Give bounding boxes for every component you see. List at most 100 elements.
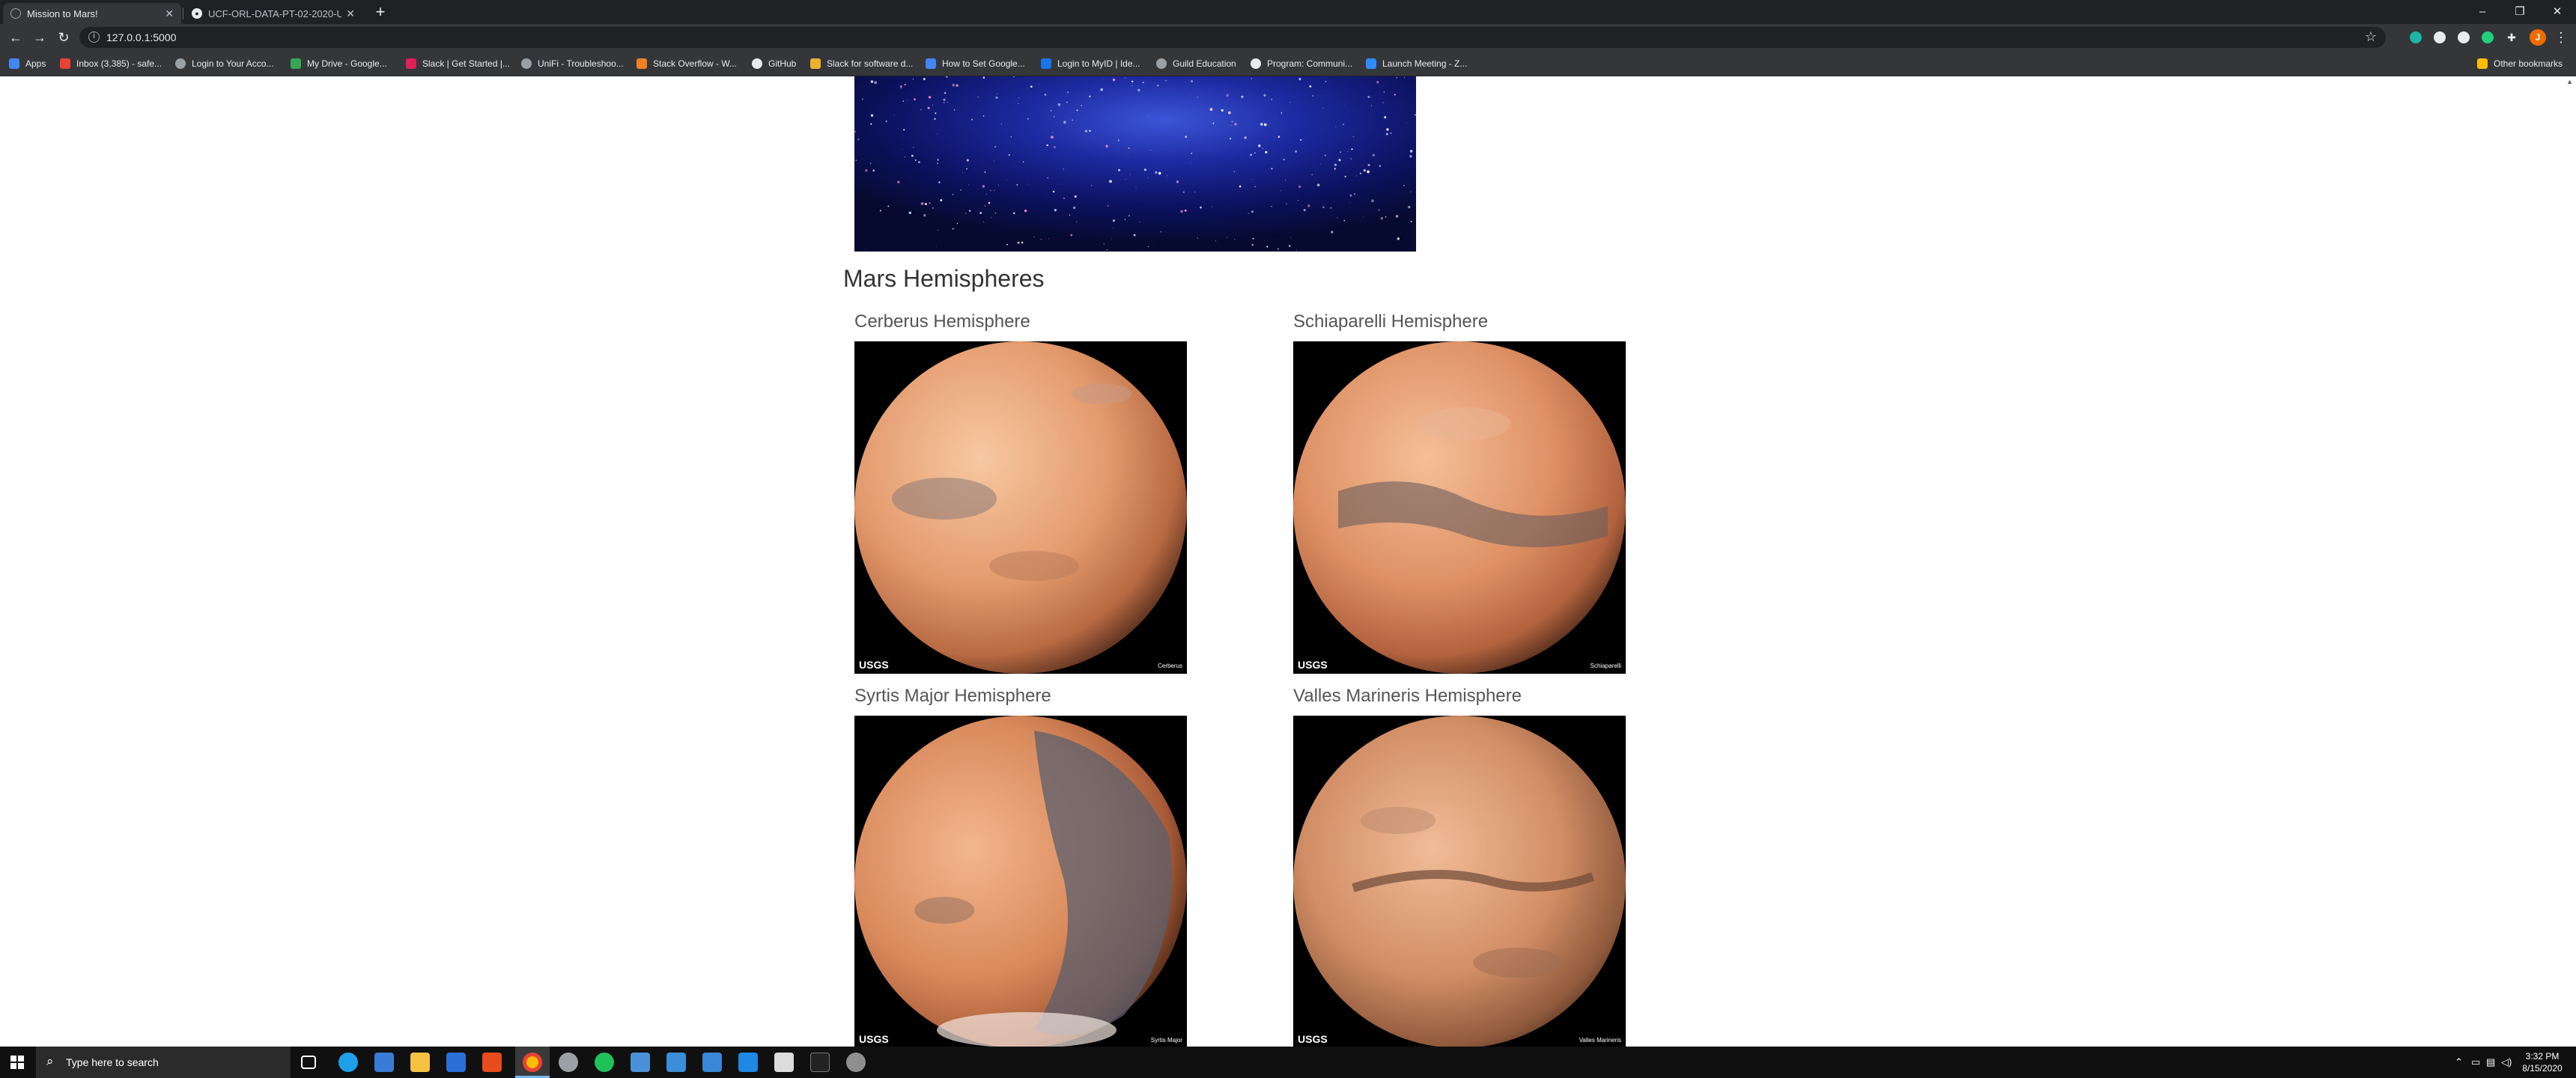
tab-mission-to-mars[interactable]: Mission to Mars! ✕ xyxy=(3,3,181,24)
office-icon[interactable] xyxy=(482,1053,502,1072)
star-dot xyxy=(1008,153,1010,156)
network-icon[interactable]: ▤ xyxy=(2486,1056,2495,1068)
mail-icon[interactable] xyxy=(446,1053,466,1072)
search-icon: ⌕ xyxy=(46,1054,54,1068)
profile-avatar[interactable]: J xyxy=(2530,29,2546,46)
star-dot xyxy=(1298,185,1301,189)
app-icon[interactable] xyxy=(846,1053,866,1072)
taskbar-clock[interactable]: 3:32 PM 8/15/2020 xyxy=(2516,1050,2569,1074)
tray-chevron-icon[interactable]: ⌃ xyxy=(2455,1056,2463,1068)
chrome-icon[interactable] xyxy=(523,1053,542,1072)
star-dot xyxy=(968,184,970,186)
menu-icon[interactable]: ⋮ xyxy=(2554,28,2569,46)
hemisphere-image-syrtis-major[interactable]: USGS Syrtis Major xyxy=(854,716,1187,1047)
site-info-icon[interactable]: i xyxy=(88,31,100,43)
forward-arrow-icon[interactable]: → xyxy=(31,29,48,46)
hemisphere-image-cerberus[interactable]: USGS Cerberus xyxy=(854,341,1187,674)
hemisphere-image-schiaparelli[interactable]: USGS Schiaparelli xyxy=(1293,341,1626,674)
star-dot xyxy=(899,85,903,88)
bookmark-zoom-meeting[interactable]: Launch Meeting - Z... xyxy=(1366,56,1467,71)
hemisphere-title: Schiaparelli Hemisphere xyxy=(1293,311,1489,332)
bookmark-my-drive[interactable]: My Drive - Google... xyxy=(291,56,387,71)
battery-icon[interactable]: ▭ xyxy=(2471,1056,2480,1068)
bookmark-other[interactable]: Other bookmarks xyxy=(2477,56,2563,71)
guild-icon xyxy=(1156,58,1167,69)
star-dot xyxy=(872,169,875,172)
star-dot xyxy=(1320,163,1322,165)
star-dot xyxy=(869,162,872,165)
scroll-up-arrow-icon[interactable]: ▲ xyxy=(2566,78,2573,85)
bookmark-label: Login to Your Acco... xyxy=(192,58,274,69)
folder-icon xyxy=(2477,58,2488,69)
vscode-icon[interactable] xyxy=(738,1053,758,1072)
star-dot xyxy=(1191,153,1193,154)
extension-icon[interactable] xyxy=(2434,31,2446,43)
bookmark-star-icon[interactable]: ☆ xyxy=(2365,29,2377,45)
star-dot xyxy=(1185,135,1188,138)
close-tab-icon[interactable]: ✕ xyxy=(165,7,174,20)
app-icon[interactable] xyxy=(774,1053,794,1072)
star-dot xyxy=(1383,91,1385,93)
star-dot xyxy=(1016,183,1018,186)
back-arrow-icon[interactable]: ← xyxy=(7,29,24,46)
address-bar[interactable]: i 127.0.0.1:5000 ☆ xyxy=(79,27,2386,48)
bookmark-inbox[interactable]: Inbox (3,385) - safe... xyxy=(60,56,162,71)
taskbar-search-box[interactable]: ⌕ Type here to search xyxy=(36,1047,291,1078)
bookmark-google-setup[interactable]: How to Set Google... xyxy=(926,56,1025,71)
app-icon[interactable] xyxy=(631,1053,650,1072)
bookmark-github[interactable]: GitHub xyxy=(752,56,796,71)
browser-toolbar: ← → ↻ i 127.0.0.1:5000 ☆ ✚ J ⋮ xyxy=(0,24,2576,51)
edge-icon[interactable] xyxy=(338,1053,358,1072)
star-dot xyxy=(1241,95,1244,98)
extension-icon[interactable] xyxy=(2458,31,2470,43)
bookmark-apps[interactable]: Apps xyxy=(9,56,46,71)
hemisphere-image-valles-marineris[interactable]: USGS Valles Marineris xyxy=(1293,716,1626,1047)
reload-icon[interactable]: ↻ xyxy=(55,29,72,46)
star-dot xyxy=(1395,215,1399,218)
new-tab-button[interactable]: + xyxy=(371,4,389,22)
star-dot xyxy=(1054,209,1057,212)
bookmark-slack[interactable]: Slack | Get Started |... xyxy=(406,56,510,71)
close-window-button[interactable]: ✕ xyxy=(2539,0,2576,22)
bookmark-guild-education[interactable]: Guild Education xyxy=(1156,56,1236,71)
volume-icon[interactable]: ◁) xyxy=(2501,1056,2512,1068)
star-dot xyxy=(1312,95,1314,97)
star-dot xyxy=(1066,91,1069,94)
extension-icon[interactable] xyxy=(2410,31,2422,43)
maximize-button[interactable]: ❐ xyxy=(2501,0,2539,22)
calculator-icon[interactable] xyxy=(666,1053,686,1072)
star-dot xyxy=(934,118,936,121)
windows-start-icon[interactable] xyxy=(10,1056,24,1069)
star-dot xyxy=(1135,186,1137,188)
file-explorer-icon[interactable] xyxy=(410,1053,430,1072)
chrome-profile-icon[interactable] xyxy=(559,1053,578,1072)
star-dot xyxy=(865,169,868,172)
bookmark-stack-overflow[interactable]: Stack Overflow - W... xyxy=(637,56,737,71)
url-text[interactable]: 127.0.0.1:5000 xyxy=(106,31,176,43)
github-icon: ● xyxy=(192,8,202,19)
close-tab-icon[interactable]: ✕ xyxy=(346,7,355,20)
bookmark-login-account[interactable]: Login to Your Acco... xyxy=(175,56,273,71)
store-icon[interactable] xyxy=(374,1053,394,1072)
bookmark-slack-software[interactable]: Slack for software d... xyxy=(810,56,913,71)
terminal-icon[interactable] xyxy=(810,1053,830,1072)
section-title: Mars Hemispheres xyxy=(843,265,1045,292)
tab-github-repo[interactable]: ● UCF-ORL-DATA-PT-02-2020-U-C ✕ xyxy=(184,3,362,24)
id-icon xyxy=(1041,58,1051,69)
bookmark-myid[interactable]: Login to MyID | Ide... xyxy=(1041,56,1140,71)
star-dot xyxy=(1311,174,1313,176)
star-dot xyxy=(1191,80,1193,82)
page-content: ▲ Mars Hemispheres Cerberus Hemisphere U… xyxy=(0,76,2576,1047)
bookmark-unifi[interactable]: UniFi - Troubleshoo... xyxy=(521,56,624,71)
task-view-icon[interactable] xyxy=(301,1056,316,1069)
bookmark-label: Launch Meeting - Z... xyxy=(1382,58,1468,69)
app-icon[interactable] xyxy=(595,1053,614,1072)
star-dot xyxy=(1252,237,1254,240)
minimize-button[interactable]: – xyxy=(2464,0,2501,22)
bookmark-program[interactable]: Program: Communi... xyxy=(1251,56,1352,71)
star-dot xyxy=(1018,97,1020,99)
windows-taskbar: ⌕ Type here to search ⌃ ▭ ▤ ◁) 3:32 PM 8… xyxy=(0,1047,2576,1078)
puzzle-icon[interactable]: ✚ xyxy=(2506,31,2518,43)
app-icon[interactable] xyxy=(702,1053,722,1072)
extension-icon[interactable] xyxy=(2482,31,2494,43)
